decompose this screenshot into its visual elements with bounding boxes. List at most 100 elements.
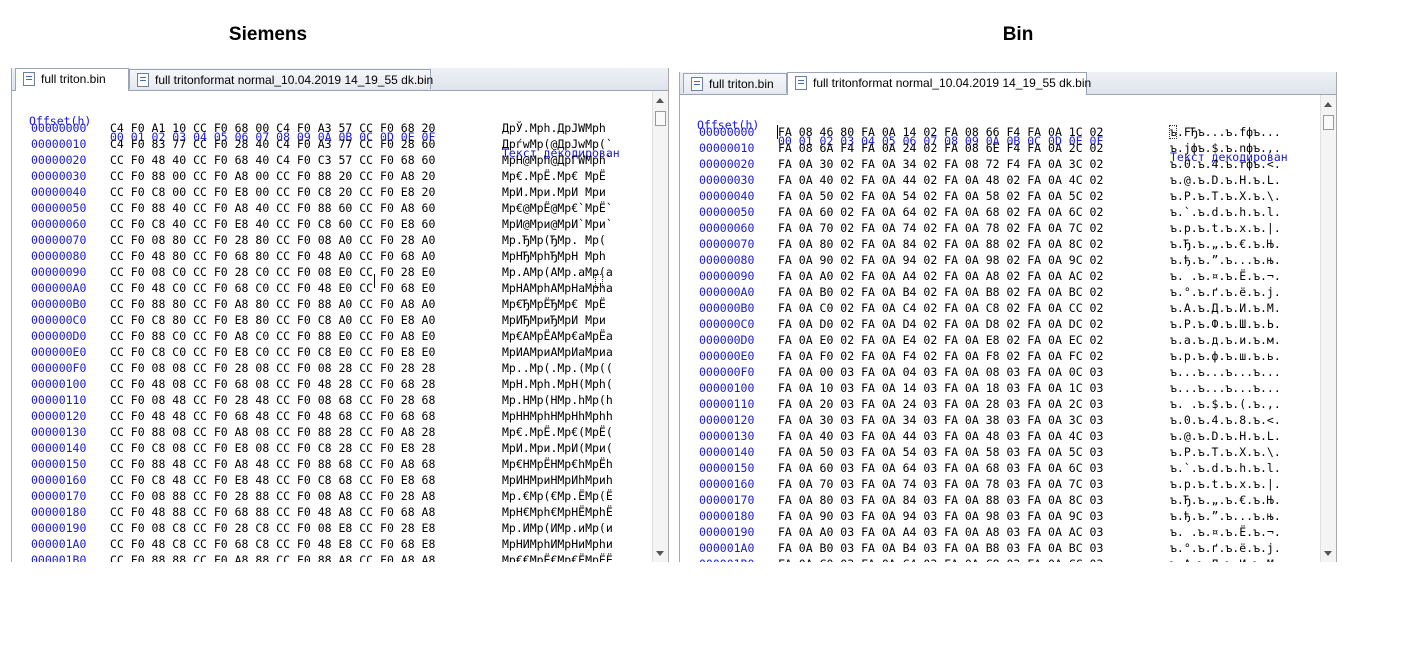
row-offset[interactable]: 00000110 [31,392,86,408]
row-offset[interactable]: 00000070 [31,232,86,248]
row-hex-bytes[interactable]: FA 0A 10 03 FA 0A 14 03 FA 0A 18 03 FA 0… [778,380,1103,396]
right-vertical-scrollbar[interactable] [1320,95,1336,562]
row-hex-bytes[interactable]: FA 0A 90 03 FA 0A 94 03 FA 0A 98 03 FA 0… [778,508,1103,524]
scroll-up-icon[interactable] [1324,102,1332,107]
row-offset[interactable]: 00000030 [31,168,86,184]
row-hex-bytes[interactable]: CC F0 48 08 CC F0 68 08 CC F0 48 28 CC F… [110,376,435,392]
row-offset[interactable]: 00000150 [699,460,754,476]
row-offset[interactable]: 000001A0 [699,540,754,556]
row-offset[interactable]: 000000D0 [699,332,754,348]
row-decoded-text[interactable]: МрИ.Мри.МрИ(Мри( [502,440,613,456]
left-tab-full-triton[interactable]: full triton.bin [15,68,129,91]
row-offset[interactable]: 000001B0 [31,552,86,562]
row-hex-bytes[interactable]: CC F0 C8 00 CC F0 E8 00 CC F0 C8 20 CC F… [110,184,435,200]
scroll-thumb[interactable] [1323,115,1334,130]
right-tab-tritonformat[interactable]: full tritonformat normal_10.04.2019 14_1… [787,72,1091,95]
scroll-thumb[interactable] [655,111,666,126]
row-decoded-text[interactable]: МрH@Мрh@ДрГWМрh` [502,152,613,168]
row-decoded-text[interactable]: Мр€ЂМрЁЂМр€ МрЁ [502,296,613,312]
left-hex-editor[interactable]: full triton.bin full tritonformat normal… [11,68,669,562]
row-decoded-text[interactable]: ъ.`.ъ.d.ъ.h.ъ.l. [1170,204,1281,220]
row-offset[interactable]: 00000170 [699,492,754,508]
row-hex-bytes[interactable]: FA 0A 90 02 FA 0A 94 02 FA 0A 98 02 FA 0… [778,252,1103,268]
row-decoded-text[interactable]: Мр.€Мр(€Мр.ЁМр(Ё [502,488,613,504]
row-hex-bytes[interactable]: FA 0A 30 03 FA 0A 34 03 FA 0A 38 03 FA 0… [778,412,1103,428]
row-offset[interactable]: 00000160 [31,472,86,488]
row-hex-bytes[interactable]: CC F0 C8 40 CC F0 E8 40 CC F0 C8 60 CC F… [110,216,435,232]
row-decoded-text[interactable]: ъ.`.ъ.d.ъ.h.ъ.l. [1170,460,1281,476]
row-decoded-text[interactable]: ъ...ъ...ъ...ъ... [1170,380,1281,396]
row-offset[interactable]: 000000D0 [31,328,86,344]
left-hex-content[interactable]: Offset(h) 00 01 02 03 04 05 06 07 08 09 … [12,91,653,562]
row-hex-bytes[interactable]: CC F0 48 48 CC F0 68 48 CC F0 48 68 CC F… [110,408,435,424]
row-offset[interactable]: 00000140 [31,440,86,456]
scroll-up-icon[interactable] [656,98,664,103]
row-decoded-text[interactable]: Мр..Мр(.Мр.(Мр(( [502,360,613,376]
row-hex-bytes[interactable]: FA 0A 70 03 FA 0A 74 03 FA 0A 78 03 FA 0… [778,476,1103,492]
row-offset[interactable]: 000001B0 [699,556,754,562]
row-decoded-text[interactable]: ъ. .ъ.¤.ъ.Ё.ъ.¬. [1170,268,1281,284]
row-offset[interactable]: 00000150 [31,456,86,472]
row-decoded-text[interactable]: ъ.°.ъ.ґ.ъ.ё.ъ.ј. [1170,284,1281,300]
row-hex-bytes[interactable]: CC F0 48 88 CC F0 68 88 CC F0 48 A8 CC F… [110,504,435,520]
row-decoded-text[interactable]: ъ.А.ъ.Д.ъ.И.ъ.М. [1170,556,1281,562]
row-offset[interactable]: 00000090 [699,268,754,284]
row-offset[interactable]: 00000080 [699,252,754,268]
row-decoded-text[interactable]: МрHИМрhИМрHиМрhи [502,536,613,552]
row-hex-bytes[interactable]: CC F0 C8 08 CC F0 E8 08 CC F0 C8 28 CC F… [110,440,435,456]
row-hex-bytes[interactable]: FA 0A 50 03 FA 0A 54 03 FA 0A 58 03 FA 0… [778,444,1103,460]
row-hex-bytes[interactable]: FA 0A 40 02 FA 0A 44 02 FA 0A 48 02 FA 0… [778,172,1103,188]
row-decoded-text[interactable]: МрHHМрhHМрHhМрhh [502,408,613,424]
row-offset[interactable]: 00000160 [699,476,754,492]
row-decoded-text[interactable]: МрИЂМриЂМрИ Мри [502,312,613,328]
row-decoded-text[interactable]: МрH€Мрh€МрHЁМрhЁ [502,504,613,520]
right-tab-full-triton[interactable]: full triton.bin [683,73,787,93]
row-decoded-text[interactable]: ъ.ђ.ъ.”.ъ...ъ.њ. [1170,508,1281,524]
row-offset[interactable]: 000000C0 [31,312,86,328]
row-hex-bytes[interactable]: FA 0A C0 02 FA 0A C4 02 FA 0A C8 02 FA 0… [778,300,1103,316]
row-hex-bytes[interactable]: CC F0 48 40 CC F0 68 40 C4 F0 C3 57 CC F… [110,152,435,168]
row-offset[interactable]: 00000100 [699,380,754,396]
row-offset[interactable]: 000000B0 [699,300,754,316]
row-hex-bytes[interactable]: CC F0 88 48 CC F0 A8 48 CC F0 88 68 CC F… [110,456,435,472]
row-offset[interactable]: 00000180 [31,504,86,520]
row-hex-bytes[interactable]: CC F0 08 08 CC F0 28 08 CC F0 08 28 CC F… [110,360,435,376]
row-offset[interactable]: 00000090 [31,264,86,280]
row-hex-bytes[interactable]: FA 0A 00 03 FA 0A 04 03 FA 0A 08 03 FA 0… [778,364,1103,380]
row-offset[interactable]: 000000B0 [31,296,86,312]
row-offset[interactable]: 00000010 [699,140,754,156]
row-hex-bytes[interactable]: FA 0A A0 02 FA 0A A4 02 FA 0A A8 02 FA 0… [778,268,1103,284]
row-offset[interactable]: 00000170 [31,488,86,504]
row-decoded-text[interactable]: МрИ@Мри@МрИ`Мри` [502,216,613,232]
row-decoded-text[interactable]: ъ.А.ъ.Д.ъ.И.ъ.М. [1170,300,1281,316]
row-decoded-text[interactable]: ъ.Р.ъ.Ф.ъ.Ш.ъ.Ь. [1170,316,1281,332]
row-hex-bytes[interactable]: CC F0 88 00 CC F0 A8 00 CC F0 88 20 CC F… [110,168,435,184]
row-decoded-text[interactable]: ъ.@.ъ.D.ъ.H.ъ.L. [1170,428,1281,444]
row-hex-bytes[interactable]: CC F0 08 C0 CC F0 28 C0 CC F0 08 E0 CC F… [110,264,435,280]
row-decoded-text[interactable]: ъ.0.ъ.4.ъ.8.ъ.<. [1170,412,1281,428]
row-decoded-text[interactable]: ъ.P.ъ.T.ъ.X.ъ.\. [1170,444,1281,460]
row-decoded-text[interactable]: ДрЎ.Мрh.ДрЈWМрh [502,120,613,136]
row-offset[interactable]: 000000A0 [31,280,86,296]
row-decoded-text[interactable]: Мр€€МрЁ€Мр€ЁМрЁЁ [502,552,613,562]
left-tab-tritonformat[interactable]: full tritonformat normal_10.04.2019 14_1… [129,69,433,89]
row-offset[interactable]: 00000110 [699,396,754,412]
row-hex-bytes[interactable]: FA 0A 40 03 FA 0A 44 03 FA 0A 48 03 FA 0… [778,428,1103,444]
row-decoded-text[interactable]: ъ.P.ъ.T.ъ.X.ъ.\. [1170,188,1281,204]
row-hex-bytes[interactable]: CC F0 08 48 CC F0 28 48 CC F0 08 68 CC F… [110,392,435,408]
row-decoded-text[interactable]: МрH.Мрh.МрH(Мрh( [502,376,613,392]
row-offset[interactable]: 00000140 [699,444,754,460]
row-offset[interactable]: 00000100 [31,376,86,392]
row-decoded-text[interactable]: ъ.@.ъ.D.ъ.H.ъ.L. [1170,172,1281,188]
row-hex-bytes[interactable]: CC F0 88 08 CC F0 A8 08 CC F0 88 28 CC F… [110,424,435,440]
row-hex-bytes[interactable]: CC F0 C8 48 CC F0 E8 48 CC F0 C8 68 CC F… [110,472,435,488]
row-offset[interactable]: 00000130 [699,428,754,444]
row-offset[interactable]: 00000120 [699,412,754,428]
row-decoded-text[interactable]: ъ.а.ъ.д.ъ.и.ъ.м. [1170,332,1281,348]
row-hex-bytes[interactable]: FA 0A A0 03 FA 0A A4 03 FA 0A A8 03 FA 0… [778,524,1103,540]
row-decoded-text[interactable]: ъ. .ъ.$.ъ.(.ъ.,. [1170,396,1281,412]
row-offset[interactable]: 00000060 [699,220,754,236]
row-decoded-text[interactable]: ъ.p.ъ.t.ъ.x.ъ.|. [1170,476,1281,492]
row-offset[interactable]: 00000040 [31,184,86,200]
row-hex-bytes[interactable]: FA 0A D0 02 FA 0A D4 02 FA 0A D8 02 FA 0… [778,316,1103,332]
